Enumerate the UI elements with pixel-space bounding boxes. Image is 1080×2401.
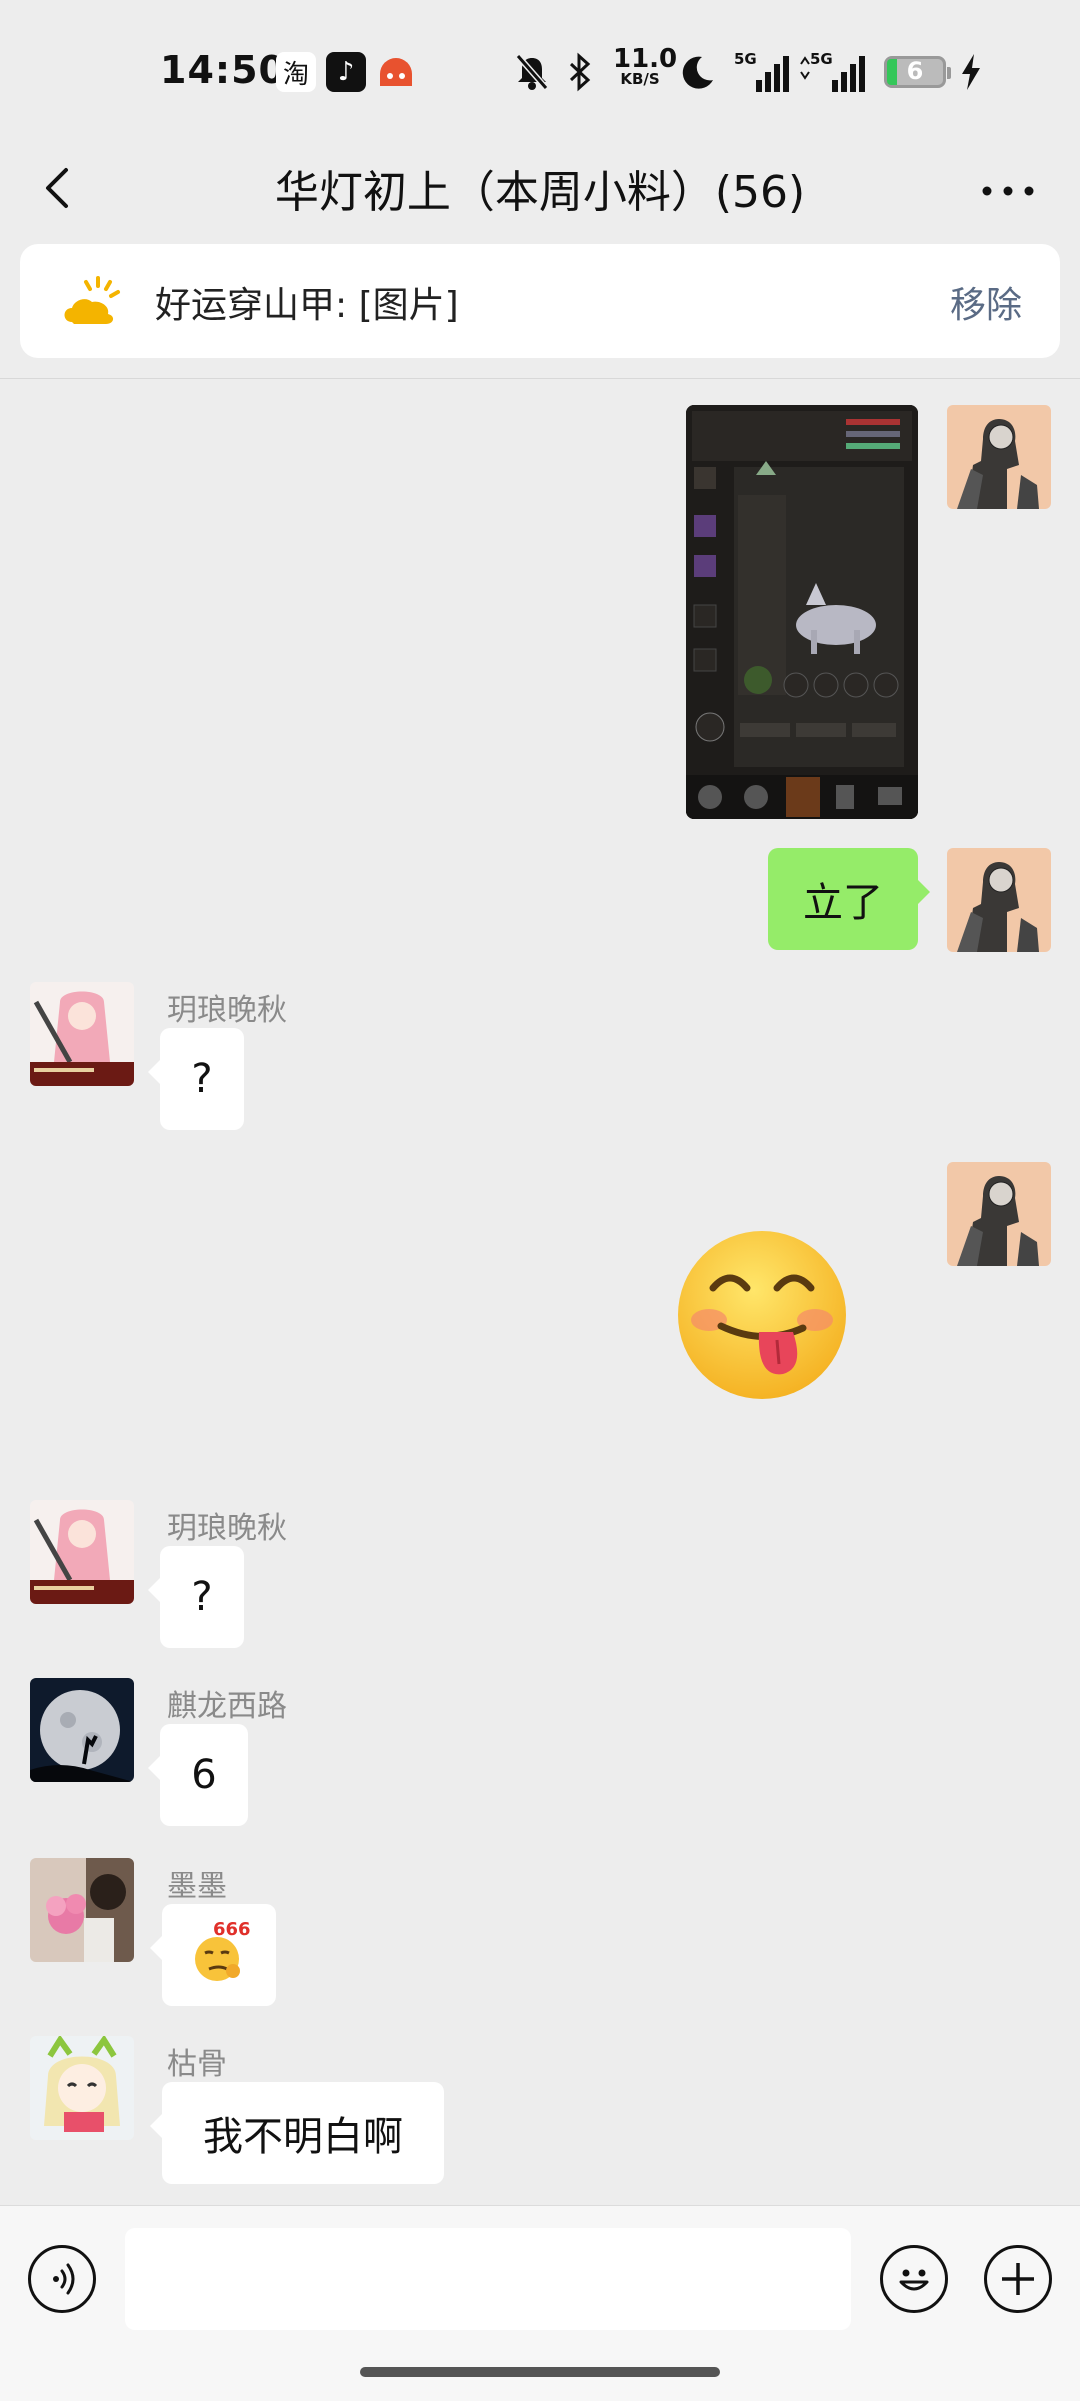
avatar[interactable]	[30, 1858, 134, 1962]
message-bubble[interactable]: 666	[150, 1904, 276, 2006]
app-icon	[376, 52, 416, 92]
avatar[interactable]	[30, 982, 134, 1086]
sender-name: 墨墨	[167, 1869, 227, 1904]
smirk-666-emoji-icon: 666	[191, 1919, 251, 1985]
yum-emoji-icon	[678, 1231, 846, 1399]
message-input[interactable]	[125, 2228, 851, 2330]
plus-icon	[1002, 2263, 1034, 2295]
divider	[0, 378, 1080, 379]
emoji-icon	[899, 2269, 929, 2291]
signal-icon: 5G	[734, 50, 790, 94]
avatar[interactable]	[947, 405, 1051, 509]
signal-icon: 5G	[798, 50, 868, 94]
message-bubble[interactable]: ?	[148, 1546, 244, 1648]
battery-icon: 6	[884, 56, 951, 88]
avatar[interactable]	[947, 848, 1051, 952]
tiktok-icon: ♪	[326, 52, 366, 92]
bluetooth-icon	[565, 50, 595, 94]
more-horizontal-icon	[982, 186, 1034, 196]
voice-input-button[interactable]	[28, 2245, 96, 2313]
charging-icon	[958, 50, 984, 94]
avatar[interactable]	[30, 1678, 134, 1782]
avatar[interactable]	[30, 1500, 134, 1604]
moon-icon	[678, 50, 718, 94]
network-speed: 11.0 KB/S	[613, 44, 678, 88]
sticker-message[interactable]	[675, 1228, 850, 1403]
message-bubble[interactable]: 6	[148, 1724, 248, 1826]
remove-pinned-button[interactable]: 移除	[950, 276, 1022, 328]
status-time: 14:50	[160, 48, 286, 92]
emoji-button[interactable]	[880, 2245, 948, 2313]
more-button[interactable]	[975, 160, 1045, 220]
avatar[interactable]	[947, 1162, 1051, 1266]
pinned-message-banner[interactable]: 好运穿山甲: [图片] 移除	[20, 244, 1060, 358]
weather-sun-cloud-icon	[58, 272, 128, 332]
chat-title: 华灯初上（本周小料）(56)	[274, 167, 806, 218]
sender-name: 玥琅晚秋	[167, 1511, 287, 1546]
message-bubble[interactable]: ?	[148, 1028, 244, 1130]
home-indicator[interactable]	[360, 2367, 720, 2377]
voice-icon	[53, 2263, 75, 2295]
status-bar: 14:50 淘 ♪ 11.0 KB/S 5G 5G 6	[0, 0, 1080, 130]
avatar[interactable]	[30, 2036, 134, 2140]
message-bubble[interactable]: 立了	[768, 848, 930, 950]
game-screenshot-image	[686, 405, 918, 819]
image-message[interactable]	[686, 405, 918, 819]
sender-name: 麒龙西路	[167, 1689, 287, 1724]
more-actions-button[interactable]	[984, 2245, 1052, 2313]
sender-name: 枯骨	[167, 2047, 227, 2082]
message-bubble[interactable]: 我不明白啊	[150, 2082, 444, 2184]
sender-name: 玥琅晚秋	[167, 993, 287, 1028]
pinned-message-text: 好运穿山甲: [图片]	[155, 285, 459, 326]
chat-header: 华灯初上（本周小料）(56)	[0, 130, 1080, 245]
taobao-icon: 淘	[276, 52, 316, 92]
mute-icon	[512, 50, 552, 94]
